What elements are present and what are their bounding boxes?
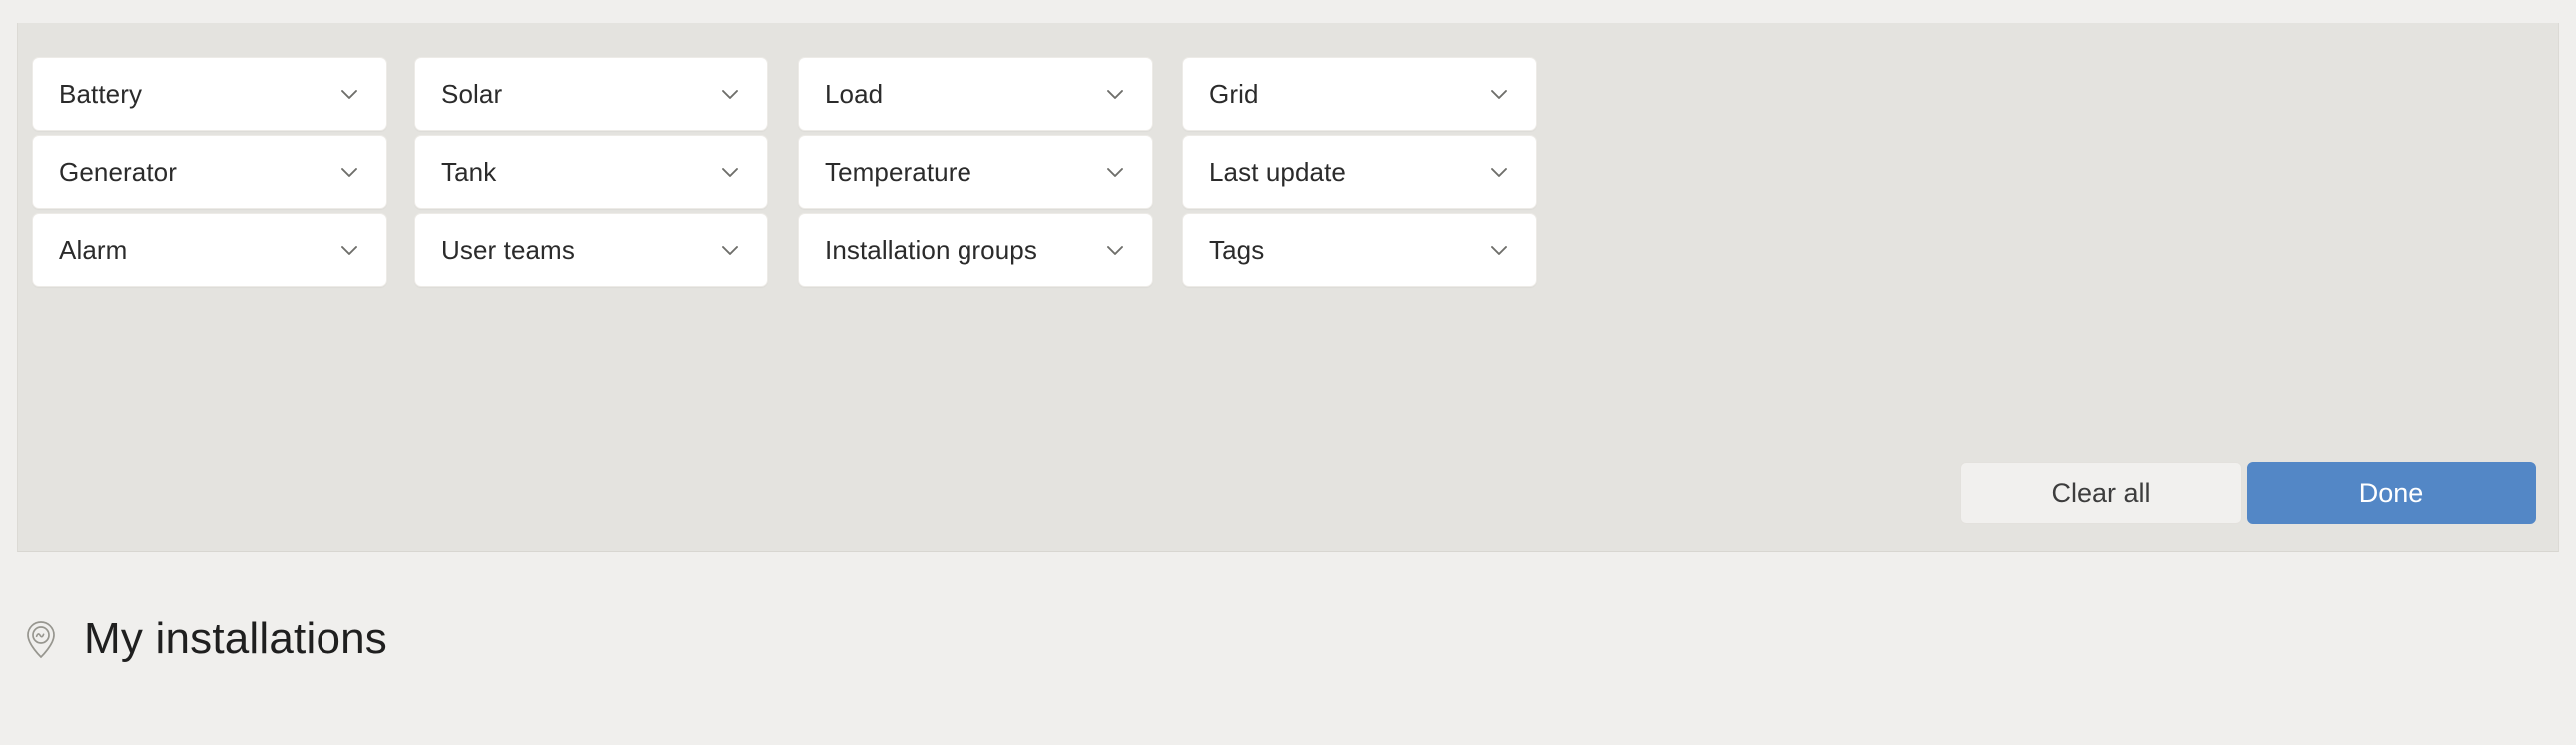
done-button[interactable]: Done [2247,462,2536,524]
filter-panel: Battery Solar Load [17,23,2559,552]
filter-select-load[interactable]: Load [798,57,1153,131]
chevron-down-icon [336,237,362,263]
chevron-down-icon [1102,159,1128,185]
filter-label-tags: Tags [1209,235,1264,266]
filter-cell-tags: Tags [1182,213,1537,287]
filter-label-generator: Generator [59,157,177,188]
bottom-toolbar: My installations [0,552,2576,745]
clear-all-button[interactable]: Clear all [1960,462,2242,524]
filter-label-temperature: Temperature [825,157,971,188]
chevron-down-icon [1486,81,1512,107]
filter-select-tags[interactable]: Tags [1182,213,1537,287]
chevron-down-icon [1486,159,1512,185]
filter-select-grid[interactable]: Grid [1182,57,1537,131]
filter-label-grid: Grid [1209,79,1259,110]
chevron-down-icon [1486,237,1512,263]
filter-cell-battery: Battery [32,57,387,131]
chevron-down-icon [717,159,743,185]
filter-cell-grid: Grid [1182,57,1537,131]
chevron-down-icon [336,81,362,107]
chevron-down-icon [717,237,743,263]
filter-select-user-teams[interactable]: User teams [414,213,768,287]
filter-cell-generator: Generator [32,135,387,209]
location-pin-icon [18,616,64,662]
panel-actions: Clear all Done [1960,462,2536,524]
filter-cell-user-teams: User teams [414,213,768,287]
chevron-down-icon [717,81,743,107]
filter-cell-last-update: Last update [1182,135,1537,209]
filter-label-user-teams: User teams [441,235,575,266]
filter-select-temperature[interactable]: Temperature [798,135,1153,209]
filter-label-solar: Solar [441,79,502,110]
chevron-down-icon [1102,81,1128,107]
chevron-down-icon [336,159,362,185]
filter-label-load: Load [825,79,883,110]
filter-label-battery: Battery [59,79,142,110]
filter-label-alarm: Alarm [59,235,127,266]
filter-cell-tank: Tank [414,135,768,209]
filter-select-battery[interactable]: Battery [32,57,387,131]
filter-select-solar[interactable]: Solar [414,57,768,131]
filter-select-alarm[interactable]: Alarm [32,213,387,287]
filter-select-installation-groups[interactable]: Installation groups [798,213,1153,287]
filter-cell-solar: Solar [414,57,768,131]
filter-label-last-update: Last update [1209,157,1346,188]
filter-cell-alarm: Alarm [32,213,387,287]
filter-cell-installation-groups: Installation groups [798,213,1153,287]
page-title: My installations [84,614,387,664]
toolbar-title-group: My installations [18,614,387,664]
filter-cell-temperature: Temperature [798,135,1153,209]
filter-cell-load: Load [798,57,1153,131]
filter-label-tank: Tank [441,157,496,188]
filter-select-generator[interactable]: Generator [32,135,387,209]
chevron-down-icon [1102,237,1128,263]
filter-label-installation-groups: Installation groups [825,235,1037,266]
filter-select-tank[interactable]: Tank [414,135,768,209]
filter-select-last-update[interactable]: Last update [1182,135,1537,209]
